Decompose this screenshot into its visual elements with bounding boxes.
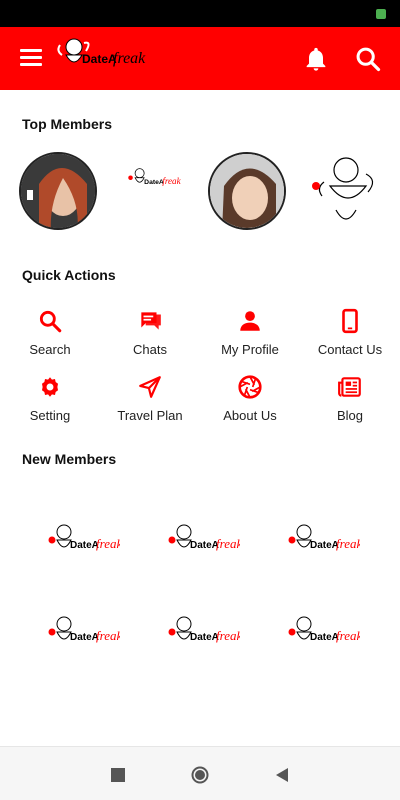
avatar-member-2[interactable]	[208, 152, 286, 230]
app-logo: DateA freak	[57, 38, 146, 67]
aperture-icon	[238, 375, 262, 399]
quick-action-label: Contact Us	[317, 342, 383, 357]
svg-text:freak: freak	[336, 628, 360, 643]
quick-action-blog[interactable]: Blog	[305, 374, 395, 423]
search-icon[interactable]	[354, 45, 382, 73]
system-navigation-bar	[0, 746, 400, 800]
logo-text-datea: DateA	[82, 52, 117, 66]
person-icon	[240, 311, 260, 331]
svg-text:freak: freak	[162, 176, 181, 186]
quick-action-chats[interactable]: Chats	[105, 308, 195, 357]
quick-action-travel-plan[interactable]: Travel Plan	[105, 374, 195, 423]
newspaper-icon	[338, 377, 361, 397]
home-icon[interactable]	[190, 765, 210, 785]
app-bar: DateA freak	[0, 27, 400, 90]
new-member-card-2[interactable]: DateA freak	[166, 520, 240, 562]
menu-icon-bar	[20, 49, 42, 52]
quick-action-label: Setting	[29, 408, 71, 423]
svg-text:freak: freak	[216, 536, 240, 551]
svg-text:freak: freak	[96, 536, 120, 551]
new-member-card-5[interactable]: DateA freak	[166, 612, 240, 654]
app-screen: DateA freak Top Members DateA freak Quic…	[0, 0, 400, 800]
cupid-illustration[interactable]	[306, 152, 380, 230]
send-icon	[139, 376, 161, 398]
quick-action-label: My Profile	[221, 342, 279, 357]
recent-apps-icon[interactable]	[108, 765, 128, 785]
gear-icon	[41, 377, 59, 397]
svg-text:freak: freak	[96, 628, 120, 643]
quick-action-label: Search	[29, 342, 71, 357]
menu-button[interactable]	[20, 49, 42, 67]
search-icon	[39, 310, 62, 333]
svg-text:DateA: DateA	[190, 632, 219, 643]
logo-placeholder[interactable]: DateA freak	[126, 164, 182, 196]
new-member-card-6[interactable]: DateA freak	[286, 612, 360, 654]
svg-text:DateA: DateA	[310, 540, 339, 551]
quick-action-contact-us[interactable]: Contact Us	[305, 308, 395, 357]
quick-action-label: Travel Plan	[117, 408, 183, 423]
new-member-card-1[interactable]: DateA freak	[46, 520, 120, 562]
menu-icon-bar	[20, 63, 42, 66]
quick-action-search[interactable]: Search	[5, 308, 95, 357]
svg-text:freak: freak	[216, 628, 240, 643]
new-members-title: New Members	[22, 451, 117, 467]
quick-action-my-profile[interactable]: My Profile	[205, 308, 295, 357]
svg-text:DateA: DateA	[310, 632, 339, 643]
chat-icon	[141, 312, 161, 330]
logo-text-freak: freak	[113, 50, 146, 67]
quick-action-label: Chats	[133, 342, 167, 357]
menu-icon-bar	[20, 56, 42, 59]
battery-icon	[376, 9, 386, 19]
new-member-card-4[interactable]: DateA freak	[46, 612, 120, 654]
back-icon[interactable]	[272, 765, 292, 785]
quick-action-label: Blog	[336, 408, 364, 423]
svg-text:freak: freak	[336, 536, 360, 551]
svg-text:DateA: DateA	[70, 540, 99, 551]
new-member-card-3[interactable]: DateA freak	[286, 520, 360, 562]
top-members-title: Top Members	[22, 116, 112, 132]
svg-text:DateA: DateA	[190, 540, 219, 551]
quick-action-setting[interactable]: Setting	[5, 374, 95, 423]
member-photo	[210, 154, 284, 228]
status-bar	[0, 0, 400, 27]
member-photo	[21, 154, 95, 228]
phone-icon	[342, 308, 358, 334]
notifications-bell-icon[interactable]	[302, 45, 330, 73]
svg-text:DateA: DateA	[144, 179, 164, 186]
svg-text:DateA: DateA	[70, 632, 99, 643]
quick-actions-title: Quick Actions	[22, 267, 116, 283]
quick-action-label: About Us	[223, 408, 277, 423]
quick-action-about-us[interactable]: About Us	[205, 374, 295, 423]
avatar-member-1[interactable]	[19, 152, 97, 230]
